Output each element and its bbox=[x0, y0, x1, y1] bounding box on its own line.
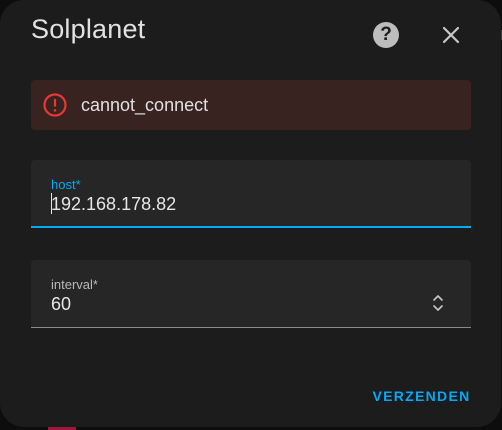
error-message: cannot_connect bbox=[81, 95, 209, 115]
interval-label: interval* bbox=[51, 277, 98, 292]
submit-button[interactable]: VERZENDEN bbox=[364, 380, 479, 412]
close-icon[interactable] bbox=[437, 21, 465, 49]
dialog-title: Solplanet bbox=[31, 14, 146, 44]
host-field[interactable]: host* bbox=[31, 160, 471, 228]
interval-field[interactable]: interval* bbox=[31, 260, 471, 328]
text-caret bbox=[51, 193, 52, 214]
alert-circle-icon bbox=[43, 93, 67, 117]
error-alert: cannot_connect bbox=[31, 80, 471, 130]
interval-input[interactable] bbox=[51, 294, 431, 315]
config-dialog: Solplanet ? cannot_connect host* interva… bbox=[0, 0, 501, 427]
help-icon[interactable]: ? bbox=[373, 22, 399, 48]
host-input[interactable] bbox=[51, 194, 431, 215]
spinner-arrows-icon[interactable] bbox=[429, 292, 447, 314]
host-label: host* bbox=[51, 177, 81, 192]
